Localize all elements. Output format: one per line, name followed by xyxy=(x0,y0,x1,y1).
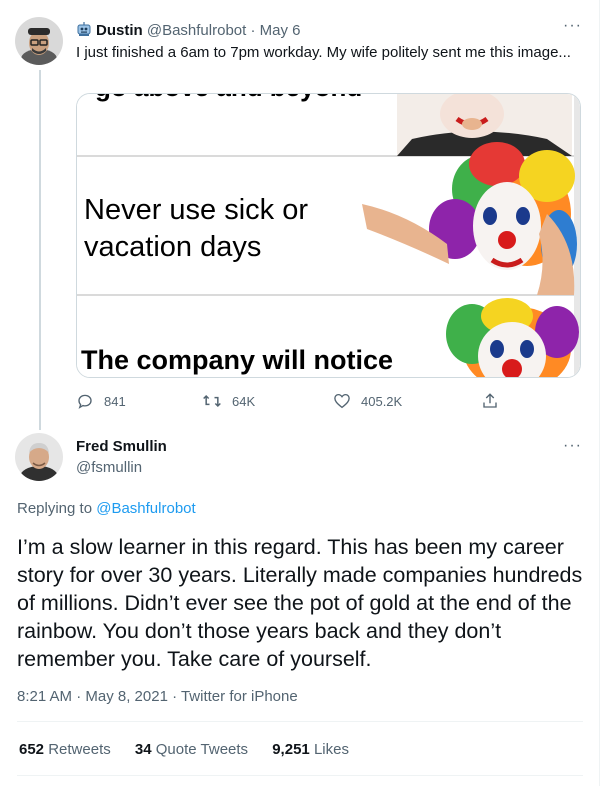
meme-caption-bottom: The company will notice xyxy=(81,345,394,375)
tweet1-action-bar: 841 64K 405.2K xyxy=(76,392,506,412)
tweet1-more-icon[interactable]: ··· xyxy=(563,17,582,35)
tweet2-timestamp[interactable]: 8:21 AM · May 8, 2021 · Twitter for iPho… xyxy=(17,688,298,705)
likes-stat[interactable]: 9,251 Likes xyxy=(272,741,349,758)
replying-to-prefix: Replying to xyxy=(17,500,97,517)
quote-tweets-stat[interactable]: 34 Quote Tweets xyxy=(135,741,248,758)
tweet2-more-icon[interactable]: ··· xyxy=(563,437,582,455)
retweets-count: 652 xyxy=(19,741,45,758)
retweet-button[interactable]: 64K xyxy=(202,392,255,410)
reply-count: 841 xyxy=(104,393,126,409)
tweet1-date[interactable]: May 6 xyxy=(260,22,301,39)
share-icon xyxy=(483,393,497,408)
tweet2-author-name[interactable]: Fred Smullin xyxy=(76,438,167,455)
divider-top xyxy=(17,721,583,722)
retweets-label: Retweets xyxy=(48,741,111,758)
tweet1-text: I just finished a 6am to 7pm workday. My… xyxy=(76,44,571,61)
retweets-stat[interactable]: 652 Retweets xyxy=(19,741,111,758)
tweet1-separator: · xyxy=(246,22,260,39)
like-button[interactable]: 405.2K xyxy=(333,392,402,410)
like-count: 405.2K xyxy=(361,393,403,409)
heart-icon xyxy=(334,393,350,409)
replying-to-link[interactable]: @Bashfulrobot xyxy=(96,500,195,517)
tweet2-handle[interactable]: @fsmullin xyxy=(76,459,142,476)
fred-avatar[interactable] xyxy=(15,433,63,481)
reply-icon xyxy=(78,394,92,409)
tweet1-header: Dustin @Bashfulrobot · May 6 xyxy=(76,21,301,40)
tweet-thread: Dustin @Bashfulrobot · May 6 ··· I just … xyxy=(0,0,600,786)
replying-to-line: Replying to @Bashfulrobot xyxy=(17,500,196,517)
thread-connector-line xyxy=(39,70,41,430)
quote-tweets-count: 34 xyxy=(134,741,152,758)
tweet2-stats: 652 Retweets 34 Quote Tweets 9,251 Likes xyxy=(19,741,369,758)
divider-bottom xyxy=(17,775,583,776)
likes-count: 9,251 xyxy=(272,741,310,758)
tweet1-handle[interactable]: @Bashfulrobot xyxy=(147,22,246,39)
tweet1-media-image[interactable]: go above and beyond Never use sick or va… xyxy=(76,93,581,378)
reply-button[interactable]: 841 xyxy=(76,392,126,410)
retweet-count: 64K xyxy=(232,393,256,409)
meme-caption-middle: Never use sick or vacation days xyxy=(84,194,309,263)
likes-label: Likes xyxy=(313,741,349,758)
quote-tweets-label: Quote Tweets xyxy=(155,741,249,758)
tweet2-text: I’m a slow learner in this regard. This … xyxy=(17,535,583,671)
dustin-avatar[interactable] xyxy=(15,17,63,65)
retweet-icon xyxy=(203,394,221,408)
tweet1-author-name[interactable]: Dustin xyxy=(96,22,143,39)
robot-icon xyxy=(77,22,91,36)
share-button[interactable] xyxy=(481,392,509,410)
meme-caption-top: go above and beyond xyxy=(95,94,362,103)
